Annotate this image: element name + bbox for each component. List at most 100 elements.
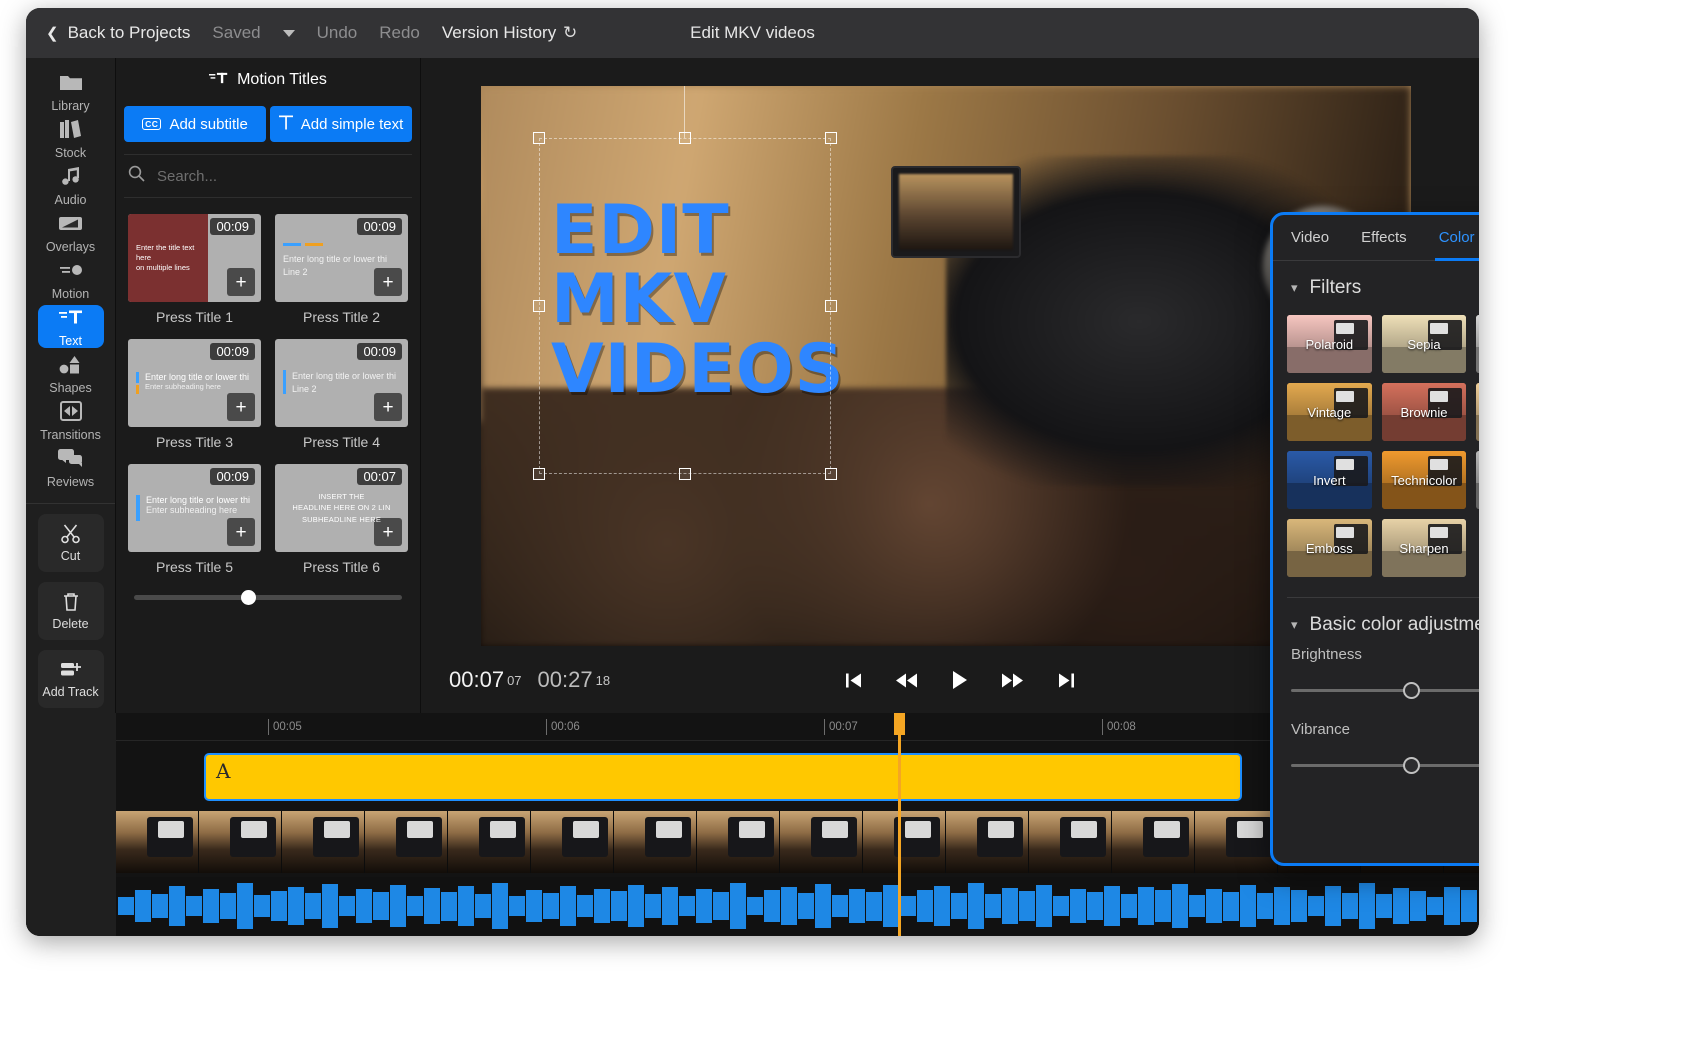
- add-track-label: Add Track: [42, 685, 98, 699]
- video-frame: [1112, 811, 1195, 873]
- resize-handle-tr[interactable]: [825, 132, 837, 144]
- filter-label: Emboss: [1287, 519, 1372, 577]
- vibrance-slider[interactable]: ↺: [1291, 750, 1479, 780]
- filter-grayscale[interactable]: Grayscale: [1476, 451, 1479, 509]
- waveform-bar: [628, 885, 644, 928]
- filter-label: Sepia: [1382, 315, 1467, 373]
- undo-button[interactable]: Undo: [317, 23, 358, 43]
- sidebar-item-label: Overlays: [46, 240, 95, 254]
- filter-polaroid[interactable]: Polaroid: [1287, 315, 1372, 373]
- brightness-slider-track[interactable]: [1291, 689, 1479, 692]
- chevron-down-icon[interactable]: [283, 30, 295, 37]
- add-title-icon[interactable]: +: [227, 393, 255, 421]
- back-to-projects-button[interactable]: ❮ Back to Projects: [46, 23, 190, 43]
- sidebar-item-stock[interactable]: Stock: [38, 117, 104, 160]
- skip-to-end-button[interactable]: [1058, 672, 1075, 689]
- tab-effects[interactable]: Effects: [1361, 215, 1407, 261]
- title-card-label: Press Title 6: [275, 559, 408, 575]
- tab-video[interactable]: Video: [1291, 215, 1329, 261]
- brightness-slider-knob[interactable]: [1403, 682, 1420, 699]
- brightness-adjustment: Brightness 100 ↺: [1273, 642, 1479, 705]
- filter-invert[interactable]: Invert: [1287, 451, 1372, 509]
- transitions-icon: [60, 399, 82, 423]
- current-frames: 07: [507, 673, 521, 688]
- rewind-button[interactable]: [896, 672, 918, 689]
- resize-handle-br[interactable]: [825, 468, 837, 480]
- playhead-handle[interactable]: [894, 713, 905, 735]
- add-title-icon[interactable]: +: [374, 393, 402, 421]
- filter-sharpen[interactable]: Sharpen: [1382, 519, 1467, 577]
- text-clip[interactable]: A: [204, 753, 1242, 801]
- title-card[interactable]: Enter the title text here on multiple li…: [128, 214, 261, 325]
- waveform-bar: [1036, 885, 1052, 928]
- sidebar-item-library[interactable]: Library: [38, 70, 104, 113]
- filter-brownie[interactable]: Brownie: [1382, 383, 1467, 441]
- timeline: 00:05 00:06 00:07 00:08 A: [26, 713, 1479, 936]
- filter-vintage[interactable]: Vintage: [1287, 383, 1372, 441]
- duration-badge: 00:09: [210, 343, 255, 360]
- filters-section-header[interactable]: ▾ Filters: [1273, 261, 1479, 305]
- brightness-slider[interactable]: ↺: [1291, 675, 1479, 705]
- video-frame: [1195, 811, 1278, 873]
- video-frame: [531, 811, 614, 873]
- redo-button[interactable]: Redo: [379, 23, 420, 43]
- add-title-icon[interactable]: +: [227, 518, 255, 546]
- filter-blackwhite[interactable]: BlackWhite: [1476, 315, 1479, 373]
- resize-handle-tc[interactable]: [679, 132, 691, 144]
- video-frame: [697, 811, 780, 873]
- duration-badge: 00:09: [210, 218, 255, 235]
- sidebar-item-audio[interactable]: Audio: [38, 164, 104, 207]
- title-card[interactable]: Enter long title or lower thi Enter subh…: [128, 464, 261, 575]
- cut-button[interactable]: Cut: [38, 514, 104, 572]
- filter-emboss[interactable]: Emboss: [1287, 519, 1372, 577]
- tab-color[interactable]: Color: [1439, 215, 1475, 261]
- cut-label: Cut: [61, 549, 80, 563]
- slider-track[interactable]: [134, 595, 402, 600]
- accent-bar-blue: [283, 243, 301, 246]
- resize-handle-bl[interactable]: [533, 468, 545, 480]
- resize-handle-tl[interactable]: [533, 132, 545, 144]
- add-track-icon: [61, 659, 81, 681]
- waveform-bar: [832, 895, 848, 917]
- sidebar-item-transitions[interactable]: Transitions: [38, 399, 104, 442]
- title-card[interactable]: Enter long title or lower thi Enter subh…: [128, 339, 261, 450]
- fast-forward-button[interactable]: [1002, 672, 1024, 689]
- version-history-button[interactable]: Version History ↺: [442, 23, 578, 43]
- add-title-icon[interactable]: +: [227, 268, 255, 296]
- rail-actions: Cut Delete Add Track: [26, 503, 115, 718]
- add-simple-text-button[interactable]: Add simple text: [270, 106, 412, 142]
- resize-handle-ml[interactable]: [533, 300, 545, 312]
- slider-knob[interactable]: [241, 590, 256, 605]
- filter-sepia[interactable]: Sepia: [1382, 315, 1467, 373]
- filter-kodachrome[interactable]: Kodachrome: [1476, 383, 1479, 441]
- filter-technicolor[interactable]: Technicolor: [1382, 451, 1467, 509]
- sidebar-item-label: Stock: [55, 146, 86, 160]
- panel-scroll-slider[interactable]: [116, 581, 420, 600]
- selection-outline: [539, 138, 831, 474]
- title-card[interactable]: Enter long title or lower thi Line 2 00:…: [275, 214, 408, 325]
- skip-to-start-button[interactable]: [845, 672, 862, 689]
- vibrance-slider-knob[interactable]: [1403, 757, 1420, 774]
- waveform-bar: [1274, 887, 1290, 925]
- add-subtitle-button[interactable]: CC Add subtitle: [124, 106, 266, 142]
- total-timecode: 00:27: [538, 667, 593, 693]
- search-input[interactable]: [157, 168, 408, 185]
- sidebar-item-motion[interactable]: Motion: [38, 258, 104, 301]
- add-track-button[interactable]: Add Track: [38, 650, 104, 708]
- title-card[interactable]: INSERT THE HEADLINE HERE ON 2 LIN SUBHEA…: [275, 464, 408, 575]
- waveform-bar: [934, 886, 950, 925]
- resize-handle-mr[interactable]: [825, 300, 837, 312]
- sidebar-item-shapes[interactable]: Shapes: [38, 352, 104, 395]
- title-card[interactable]: Enter long title or lower thi Line 2 00:…: [275, 339, 408, 450]
- sidebar-item-reviews[interactable]: Reviews: [38, 446, 104, 489]
- playhead[interactable]: [898, 713, 901, 936]
- sidebar-item-text[interactable]: Text: [38, 305, 104, 348]
- left-rail: Library Stock Audio Overlays: [26, 58, 116, 713]
- play-button[interactable]: [952, 670, 968, 690]
- audio-track[interactable]: [116, 877, 1479, 935]
- basic-adjustments-header[interactable]: ▾ Basic color adjustments: [1273, 598, 1479, 642]
- resize-handle-bc[interactable]: [679, 468, 691, 480]
- delete-button[interactable]: Delete: [38, 582, 104, 640]
- vibrance-slider-track[interactable]: [1291, 764, 1479, 767]
- sidebar-item-overlays[interactable]: Overlays: [38, 211, 104, 254]
